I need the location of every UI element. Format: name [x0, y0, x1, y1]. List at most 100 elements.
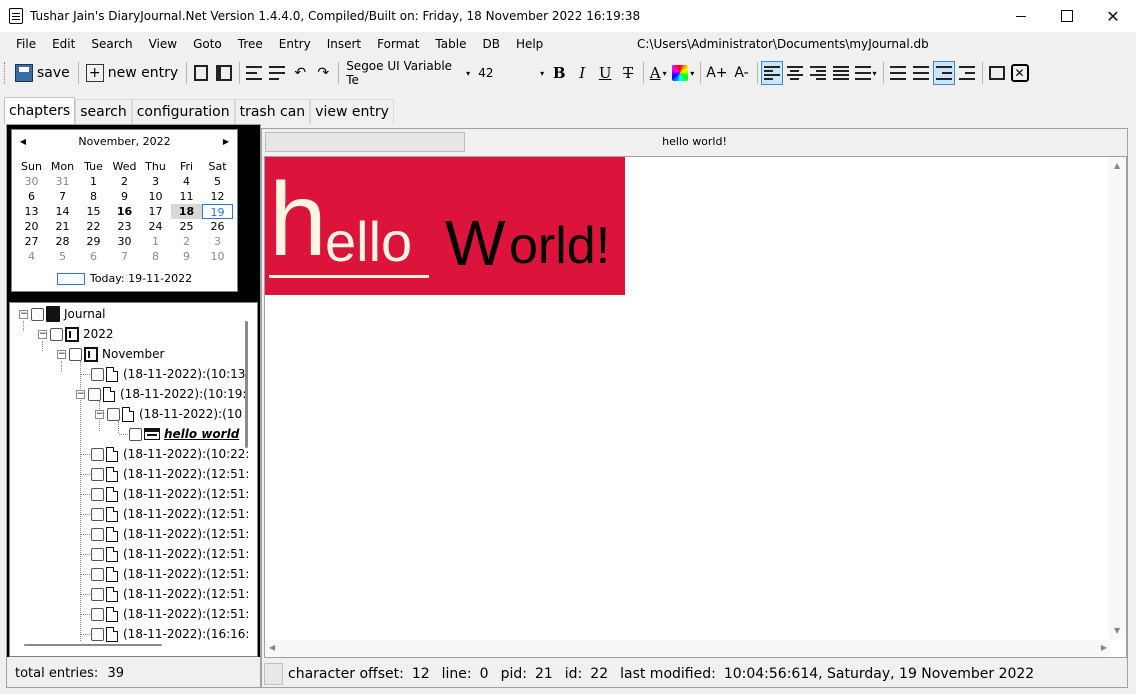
tree-node-entry[interactable]: (18-11-2022):(12:51: — [91, 504, 249, 524]
calendar-day[interactable]: 11 — [171, 189, 202, 204]
tree-node-journal[interactable]: − Journal — [19, 304, 106, 324]
toolbar-grip[interactable] — [4, 62, 7, 84]
underline-button[interactable]: U — [594, 61, 616, 85]
tab-search[interactable]: search — [75, 99, 132, 124]
menu-tree[interactable]: Tree — [230, 32, 271, 56]
calendar-day-today[interactable]: 19 — [202, 204, 233, 219]
calendar-day[interactable]: 4 — [171, 174, 202, 189]
tree-checkbox[interactable] — [91, 587, 104, 601]
calendar-day[interactable]: 7 — [47, 189, 78, 204]
calendar-month-label[interactable]: November, 2022 — [78, 135, 170, 148]
tree-node-year[interactable]: − 2022 — [38, 324, 114, 344]
calendar-day[interactable]: 9 — [171, 249, 202, 264]
calendar-day[interactable]: 30 — [109, 234, 140, 249]
calendar-day[interactable]: 29 — [78, 234, 109, 249]
calendar-day[interactable]: 27 — [16, 234, 47, 249]
tree-checkbox[interactable] — [50, 327, 63, 341]
shrink-font-button[interactable]: A- — [731, 61, 753, 85]
tree-checkbox[interactable] — [91, 487, 104, 501]
wrap-text-button[interactable] — [243, 61, 265, 85]
tree-node-entry[interactable]: (18-11-2022):(12:51: — [91, 604, 249, 624]
calendar-day[interactable]: 4 — [16, 249, 47, 264]
font-family-select[interactable]: Segoe UI Variable Te ▾ — [342, 59, 475, 87]
calendar-day[interactable]: 7 — [109, 249, 140, 264]
tree-checkbox[interactable] — [91, 447, 104, 461]
tab-view-entry[interactable]: view entry — [310, 99, 394, 124]
calendar-day[interactable]: 28 — [47, 234, 78, 249]
calendar-day[interactable]: 14 — [47, 204, 78, 219]
tree-node-month[interactable]: − November — [57, 344, 164, 364]
calendar-day[interactable]: 17 — [140, 204, 171, 219]
menu-table[interactable]: Table — [427, 32, 474, 56]
calendar-day[interactable]: 24 — [140, 219, 171, 234]
tree-node-entry[interactable]: (18-11-2022):(12:51: — [91, 484, 249, 504]
scroll-right-icon[interactable]: ▶ — [1101, 643, 1107, 652]
calendar-day[interactable]: 30 — [16, 174, 47, 189]
menu-search[interactable]: Search — [83, 32, 140, 56]
calendar-day[interactable]: 12 — [202, 189, 233, 204]
outdent-button[interactable] — [932, 61, 955, 85]
grow-font-button[interactable]: A+ — [704, 61, 729, 85]
collapse-icon[interactable]: − — [76, 389, 85, 399]
strikethrough-button[interactable]: T — [617, 61, 639, 85]
tree-node-entry[interactable]: (18-11-2022):(10:13: — [91, 364, 249, 384]
calendar-day[interactable]: 22 — [78, 219, 109, 234]
calendar-prev-month-icon[interactable]: ◀ — [16, 130, 30, 154]
scroll-down-icon[interactable]: ▼ — [1114, 626, 1120, 635]
font-color-button[interactable]: A ▾ — [647, 61, 669, 85]
calendar-day[interactable]: 3 — [202, 234, 233, 249]
calendar-day[interactable]: 9 — [109, 189, 140, 204]
tree-node-entry[interactable]: (18-11-2022):(12:51: — [91, 584, 249, 604]
journal-tree[interactable]: − Journal − 2022 − November (18-11-2022)… — [9, 302, 258, 657]
calendar-day[interactable]: 2 — [171, 234, 202, 249]
menu-db[interactable]: DB — [474, 32, 507, 56]
calendar-day[interactable]: 1 — [140, 234, 171, 249]
calendar-day[interactable]: 26 — [202, 219, 233, 234]
tree-checkbox[interactable] — [91, 627, 104, 641]
calendar-day[interactable]: 20 — [16, 219, 47, 234]
tree-node-entry[interactable]: (18-11-2022):(12:51: — [91, 564, 249, 584]
tab-trash-can[interactable]: trash can — [234, 99, 311, 124]
calendar-day[interactable]: 13 — [16, 204, 47, 219]
tree-checkbox[interactable] — [91, 527, 104, 541]
bullet-list-button[interactable] — [887, 61, 909, 85]
calendar-day[interactable]: 1 — [78, 174, 109, 189]
align-left-button[interactable] — [760, 61, 783, 85]
calendar-day[interactable]: 8 — [140, 249, 171, 264]
calendar-day[interactable]: 25 — [171, 219, 202, 234]
tab-chapters[interactable]: chapters — [4, 97, 76, 124]
calendar-day[interactable]: 3 — [140, 174, 171, 189]
tree-checkbox[interactable] — [31, 307, 44, 321]
menu-help[interactable]: Help — [508, 32, 551, 56]
tree-node-entry-selected[interactable]: hello world — [129, 424, 239, 444]
calendar-day[interactable]: 23 — [109, 219, 140, 234]
tree-checkbox[interactable] — [91, 547, 104, 561]
tree-horizontal-scrollbar[interactable] — [24, 644, 162, 646]
scroll-up-icon[interactable]: ▲ — [1114, 161, 1120, 170]
save-button[interactable]: save — [11, 61, 74, 85]
calendar-day[interactable]: 10 — [140, 189, 171, 204]
tree-node-entry[interactable]: (18-11-2022):(16:16: — [91, 624, 249, 644]
align-right-button[interactable] — [807, 61, 829, 85]
month-calendar[interactable]: ◀ November, 2022 ▶ Sun Mon Tue Wed Thu F… — [11, 129, 238, 292]
maximize-button[interactable] — [1044, 0, 1090, 32]
calendar-day-selected[interactable]: 18 — [171, 204, 202, 219]
menu-edit[interactable]: Edit — [44, 32, 83, 56]
menu-view[interactable]: View — [141, 32, 185, 56]
close-entry-button[interactable]: ✕ — [1009, 61, 1031, 85]
editor-vertical-scrollbar[interactable]: ▲ ▼ — [1109, 157, 1126, 639]
tree-node-entry[interactable]: − (18-11-2022):(10:19: — [76, 384, 246, 404]
font-size-select[interactable]: 42 ▾ — [474, 62, 549, 84]
numbered-list-button[interactable] — [910, 61, 932, 85]
tree-node-entry[interactable]: (18-11-2022):(10:22: — [91, 444, 249, 464]
tree-checkbox[interactable] — [91, 607, 104, 621]
align-center-button[interactable] — [784, 61, 806, 85]
menu-entry[interactable]: Entry — [271, 32, 319, 56]
bold-button[interactable]: B — [548, 61, 570, 85]
collapse-icon[interactable]: − — [57, 349, 66, 359]
calendar-day[interactable]: 31 — [47, 174, 78, 189]
tree-node-entry[interactable]: − (18-11-2022):(10 — [95, 404, 242, 424]
rich-text-editor[interactable]: h ello W orld! ▲ ▼ ◀ ▶ — [264, 156, 1127, 658]
tab-configuration[interactable]: configuration — [131, 99, 235, 124]
calendar-day[interactable]: 6 — [78, 249, 109, 264]
